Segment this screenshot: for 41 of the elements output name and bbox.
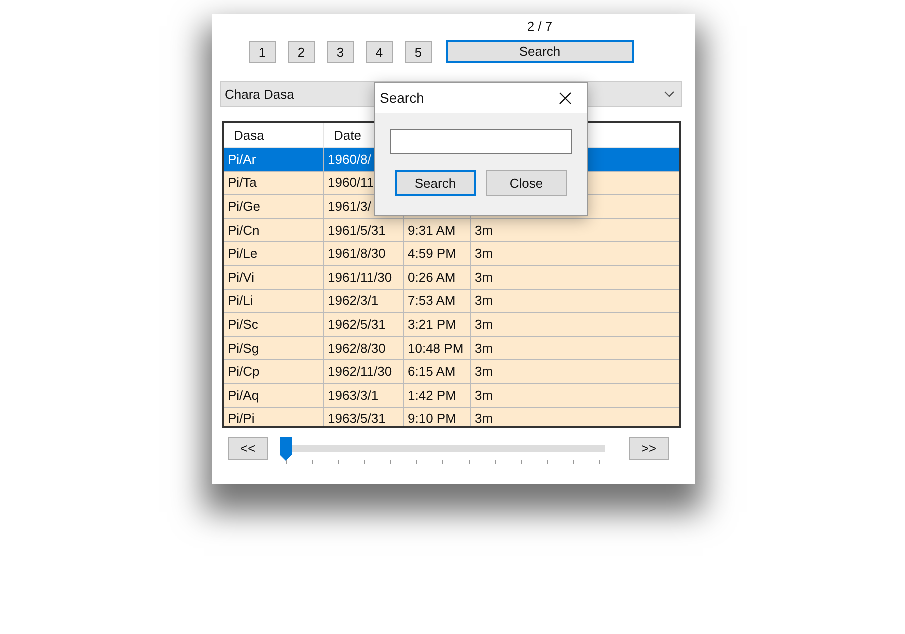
table-cell: Pi/Vi	[224, 266, 324, 289]
table-cell: 1963/3/1	[324, 384, 404, 407]
table-cell-text: 3m	[474, 292, 494, 310]
table-cell: 9:31 AM	[404, 218, 471, 242]
table-cell: 1962/5/31	[324, 313, 404, 336]
table-cell-text: 3m	[474, 245, 494, 264]
table-cell-text: 3m	[474, 410, 494, 426]
table-cell: 0:26 AM	[404, 266, 471, 289]
table-cell-text: 3m	[474, 316, 494, 334]
table-cell: Pi/Aq	[224, 384, 324, 407]
dialog-title: Search	[380, 90, 424, 106]
table-cell: Pi/Sg	[224, 336, 324, 360]
table-cell: 1962/3/1	[324, 290, 404, 312]
table-cell: Pi/Ta	[224, 172, 324, 194]
table-cell: Pi/Le	[224, 242, 324, 265]
page-indicator: 2 / 7	[527, 19, 553, 34]
table-cell: Pi/Sc	[224, 313, 324, 336]
table-cell: 6:15 AM	[404, 360, 471, 383]
table-cell-text: 3m	[474, 268, 494, 287]
table-cell-text: 3m	[474, 222, 494, 240]
table-cell: Pi/Cp	[224, 360, 324, 383]
table-cell: 7:53 AM	[404, 290, 471, 312]
table-cell: 9:10 PM	[404, 408, 471, 426]
table-cell-text: 3m	[474, 386, 494, 405]
table-cell: 3:21 PM	[404, 313, 471, 336]
table-cell: Pi/Ge	[224, 195, 324, 218]
table-cell: 1962/11/30	[324, 360, 404, 383]
table-cell: Pi/Ar	[224, 148, 324, 171]
table-cell-text: 3m	[474, 340, 494, 358]
table-cell-text: 3m	[474, 363, 494, 382]
table-cell: 1963/5/31	[324, 408, 404, 426]
table-cell: 1961/11/30	[324, 266, 404, 289]
table-cell: 1961/8/30	[324, 242, 404, 265]
table-cell: 1961/5/31	[324, 218, 404, 242]
table-cell: 4:59 PM	[404, 242, 471, 265]
table-cell: 1:42 PM	[404, 384, 471, 407]
table-cell: 10:48 PM	[404, 336, 471, 360]
table-cell: 1962/8/30	[324, 336, 404, 360]
table-cell: Pi/Pi	[224, 408, 324, 426]
table-cell: Pi/Cn	[224, 218, 324, 242]
table-cell: Pi/Li	[224, 290, 324, 312]
